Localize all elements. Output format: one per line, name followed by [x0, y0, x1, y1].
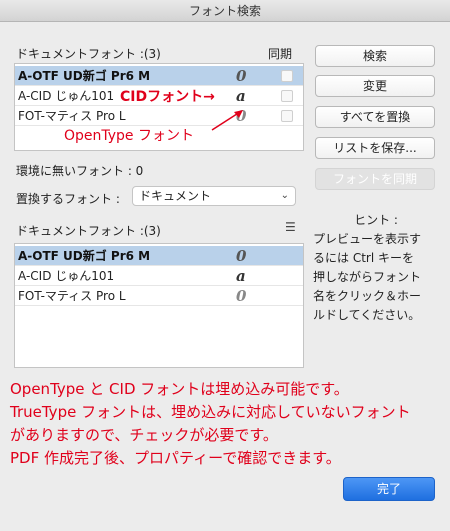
replace-font-select[interactable]: ドキュメント ⌄	[132, 186, 296, 206]
font-row[interactable]: A-OTF UD新ゴ Pr6 M 0	[15, 246, 303, 266]
font-name: A-CID じゅん101	[18, 269, 115, 283]
font-row[interactable]: A-OTF UD新ゴ Pr6 M 0	[15, 66, 303, 86]
opentype-glyph-icon: 0	[236, 67, 247, 85]
annotation-note: がありますので、チェックが必要です。	[10, 426, 278, 444]
font-name: FOT-マティス Pro L	[18, 109, 126, 123]
font-name: A-CID じゅん101	[18, 89, 115, 103]
hint-line: るには Ctrl キーを	[313, 251, 414, 265]
sync-checkbox[interactable]	[281, 110, 293, 122]
arrow-right-icon: →	[203, 89, 215, 105]
list-menu-icon[interactable]: ☰	[285, 220, 296, 234]
cid-glyph-icon: a	[236, 267, 246, 285]
upper-list-header: ドキュメントフォント :(3)	[16, 47, 161, 61]
hint-title: ヒント :	[354, 213, 398, 227]
font-name: FOT-マティス Pro L	[18, 289, 126, 303]
window-titlebar: フォント検索	[0, 0, 450, 22]
annotation-arrow-icon	[211, 110, 243, 131]
lower-list-header: ドキュメントフォント :(3)	[16, 224, 161, 238]
cid-annotation-label: CIDフォント	[120, 89, 204, 105]
font-row[interactable]: FOT-マティス Pro L 0	[15, 286, 303, 306]
font-row[interactable]: FOT-マティス Pro L 0	[15, 106, 303, 126]
hint-line: 名をクリック＆ホー	[313, 289, 422, 303]
hint-panel: ヒント : プレビューを表示す るには Ctrl キーを 押しながらフォント 名…	[313, 211, 439, 325]
chevron-down-icon: ⌄	[280, 190, 289, 201]
hint-line: ルドしてください。	[313, 308, 421, 322]
annotation-note: TrueType フォントは、埋め込みに対応していないフォント	[10, 403, 411, 421]
sync-column-header: 同期	[268, 47, 293, 61]
save-list-button[interactable]: リストを保存...	[315, 137, 435, 159]
cid-annotation: CIDフォント→	[120, 86, 215, 106]
search-button[interactable]: 検索	[315, 45, 435, 67]
font-name: A-OTF UD新ゴ Pr6 M	[18, 249, 151, 263]
font-name: A-OTF UD新ゴ Pr6 M	[18, 69, 151, 83]
missing-fonts-count: 環境に無いフォント : 0	[16, 164, 144, 178]
sync-fonts-button[interactable]: フォントを同期	[315, 168, 435, 190]
sync-checkbox[interactable]	[281, 70, 293, 82]
change-button[interactable]: 変更	[315, 75, 435, 97]
hint-line: プレビューを表示す	[313, 232, 422, 246]
hint-line: 押しながらフォント	[313, 270, 422, 284]
opentype-annotation-label: OpenType フォント	[64, 128, 194, 144]
done-button[interactable]: 完了	[343, 477, 435, 501]
lower-font-list[interactable]: A-OTF UD新ゴ Pr6 M 0 A-CID じゅん101 a FOT-マテ…	[14, 243, 304, 368]
replace-all-button[interactable]: すべてを置換	[315, 106, 435, 128]
window-title: フォント検索	[188, 4, 261, 18]
annotation-note: PDF 作成完了後、プロパティーで確認できます。	[10, 449, 341, 467]
annotation-note: OpenType と CID フォントは埋め込み可能です。	[10, 380, 349, 398]
replace-font-label: 置換するフォント :	[16, 192, 120, 206]
opentype-glyph-icon: 0	[236, 247, 247, 265]
sync-checkbox[interactable]	[281, 90, 293, 102]
font-row[interactable]: A-CID じゅん101 a	[15, 266, 303, 286]
cid-glyph-icon: a	[236, 87, 246, 105]
replace-font-value: ドキュメント	[139, 189, 212, 203]
opentype-glyph-icon: 0	[236, 287, 247, 305]
